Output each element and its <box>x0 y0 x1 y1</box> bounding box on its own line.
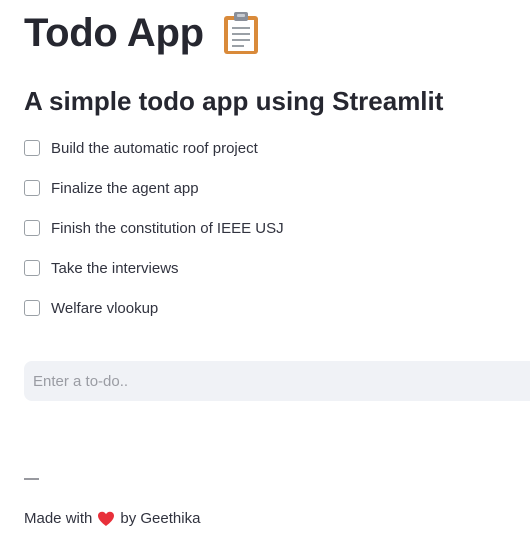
page-title: Todo App <box>24 11 204 55</box>
todo-item[interactable]: Take the interviews <box>24 248 504 288</box>
todo-item[interactable]: Build the automatic roof project <box>24 128 504 168</box>
todo-label: Finalize the agent app <box>51 179 199 197</box>
todo-item[interactable]: Welfare vlookup <box>24 288 504 328</box>
divider: — <box>24 470 39 487</box>
todo-checkbox[interactable] <box>24 140 40 156</box>
new-todo-field <box>24 361 530 401</box>
app-page: Todo App A simple todo app using Streaml… <box>0 0 530 554</box>
todo-checkbox[interactable] <box>24 180 40 196</box>
todo-label: Build the automatic roof project <box>51 139 258 157</box>
footer-suffix: by Geethika <box>120 510 201 527</box>
todo-item[interactable]: Finish the constitution of IEEE USJ <box>24 208 504 248</box>
todo-list: Build the automatic roof project Finaliz… <box>24 128 504 328</box>
todo-label: Welfare vlookup <box>51 299 159 317</box>
todo-item[interactable]: Finalize the agent app <box>24 168 504 208</box>
title-row: Todo App <box>24 8 260 58</box>
footer: Made with by Geethika <box>24 510 200 527</box>
page-subtitle: A simple todo app using Streamlit <box>24 86 444 116</box>
todo-checkbox[interactable] <box>24 260 40 276</box>
todo-checkbox[interactable] <box>24 220 40 236</box>
new-todo-input[interactable] <box>24 361 530 401</box>
clipboard-icon <box>222 10 260 56</box>
todo-label: Finish the constitution of IEEE USJ <box>51 219 284 237</box>
todo-label: Take the interviews <box>51 259 179 277</box>
footer-prefix: Made with <box>24 510 93 527</box>
todo-checkbox[interactable] <box>24 300 40 316</box>
heart-icon <box>97 511 115 527</box>
